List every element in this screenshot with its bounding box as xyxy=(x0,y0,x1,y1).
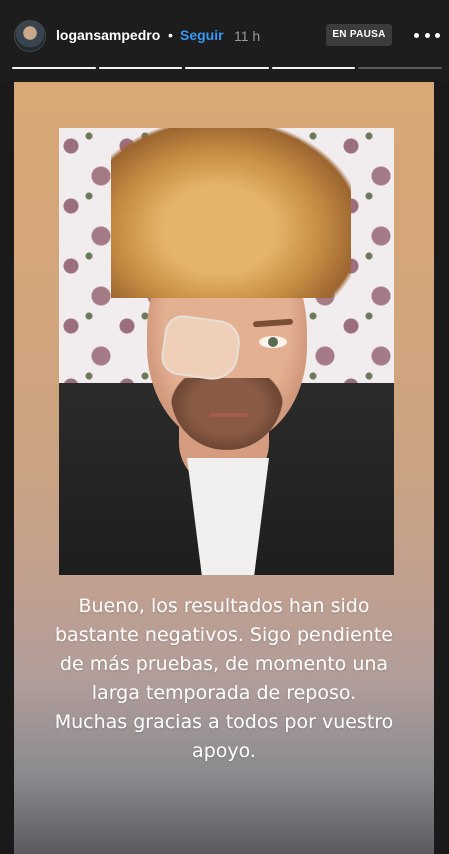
progress-segment-fill xyxy=(185,67,269,69)
eye-patch xyxy=(159,313,243,383)
mouth xyxy=(209,413,249,417)
story-viewer: logansampedro • Seguir 11 h EN PAUSA Bue… xyxy=(0,0,449,854)
follow-button[interactable]: Seguir xyxy=(180,27,224,43)
story-caption: Bueno, los resultados han sido bastante … xyxy=(54,595,394,762)
eye xyxy=(259,336,287,348)
avatar[interactable] xyxy=(14,20,46,52)
username[interactable]: logansampedro xyxy=(56,27,160,43)
progress-segment-fill xyxy=(12,67,96,69)
story-progress-bar xyxy=(12,67,442,70)
progress-segment-fill xyxy=(98,67,183,69)
story-header: logansampedro • Seguir 11 h EN PAUSA xyxy=(0,0,449,82)
story-photo xyxy=(59,128,394,575)
progress-segment xyxy=(185,67,269,69)
hair xyxy=(111,128,351,298)
paused-badge: EN PAUSA xyxy=(326,24,392,46)
progress-segment xyxy=(12,67,96,69)
progress-segment-fill xyxy=(271,67,356,69)
progress-segment xyxy=(271,67,356,69)
post-time: 11 h xyxy=(234,28,261,44)
more-horizontal-icon[interactable] xyxy=(414,26,440,44)
progress-segment xyxy=(98,67,183,69)
separator-dot: • xyxy=(168,27,173,43)
progress-segment xyxy=(358,67,442,69)
story-canvas[interactable]: Bueno, los resultados han sido bastante … xyxy=(14,82,434,854)
